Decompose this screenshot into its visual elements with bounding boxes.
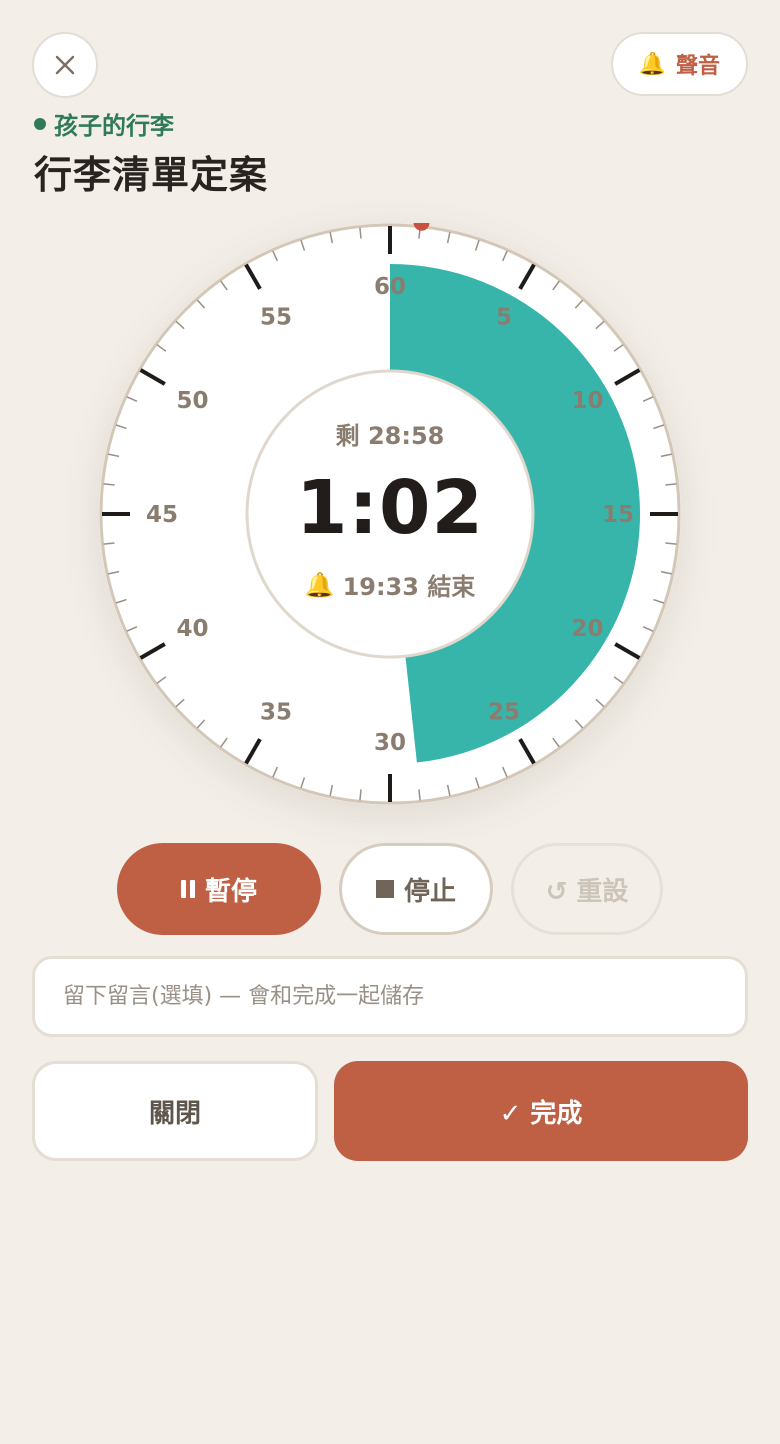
sound-label: 聲音 bbox=[675, 54, 720, 79]
end-time-label: 19:33 結束 bbox=[342, 573, 476, 601]
dial-number: 35 bbox=[260, 699, 292, 725]
category-label: 孩子的行李 bbox=[34, 106, 174, 141]
close-button[interactable] bbox=[32, 32, 98, 98]
timer-center: 剩 28:58 1:02 🔔 19:33 結束 bbox=[247, 371, 533, 657]
category-dot bbox=[34, 117, 46, 130]
dial-number: 45 bbox=[146, 502, 178, 528]
elapsed-time: 1:02 bbox=[295, 465, 485, 551]
close-icon bbox=[55, 55, 75, 75]
stop-button[interactable]: 停止 bbox=[339, 843, 493, 935]
bell-icon: 🔔 bbox=[304, 570, 335, 599]
dial-number: 55 bbox=[260, 305, 292, 331]
done-button[interactable]: ✓ 完成 bbox=[334, 1061, 748, 1161]
remaining-time: 剩 28:58 bbox=[335, 422, 445, 450]
sound-button[interactable]: 🔔 聲音 bbox=[610, 32, 748, 96]
dial-number: 30 bbox=[374, 730, 406, 756]
dial-number: 5 bbox=[496, 305, 512, 331]
dial-number: 20 bbox=[571, 616, 603, 642]
dial-number: 25 bbox=[488, 699, 520, 725]
close-bottom-label: 關閉 bbox=[148, 1098, 201, 1129]
page-title: 行李清單定案 bbox=[34, 153, 269, 197]
end-time: 🔔 19:33 結束 bbox=[305, 567, 476, 602]
category-text: 孩子的行李 bbox=[54, 112, 174, 140]
note-input[interactable] bbox=[32, 956, 748, 1037]
pause-icon bbox=[180, 880, 195, 898]
dial-number: 60 bbox=[374, 274, 406, 300]
dial-number: 40 bbox=[177, 616, 209, 642]
done-label: ✓ 完成 bbox=[499, 1098, 583, 1129]
dial-number: 10 bbox=[571, 388, 603, 414]
reset-label: ↺ 重設 bbox=[545, 876, 629, 907]
pause-button[interactable]: 暫停 bbox=[117, 843, 321, 935]
stop-label: 停止 bbox=[403, 876, 456, 907]
bell-icon: 🔔 bbox=[638, 51, 666, 77]
reset-button[interactable]: ↺ 重設 bbox=[511, 843, 663, 935]
dial-number: 15 bbox=[602, 502, 634, 528]
close-bottom-button[interactable]: 關閉 bbox=[32, 1061, 318, 1161]
stop-icon bbox=[375, 880, 394, 898]
pause-label: 暫停 bbox=[204, 876, 257, 907]
dial-number: 50 bbox=[177, 388, 209, 414]
